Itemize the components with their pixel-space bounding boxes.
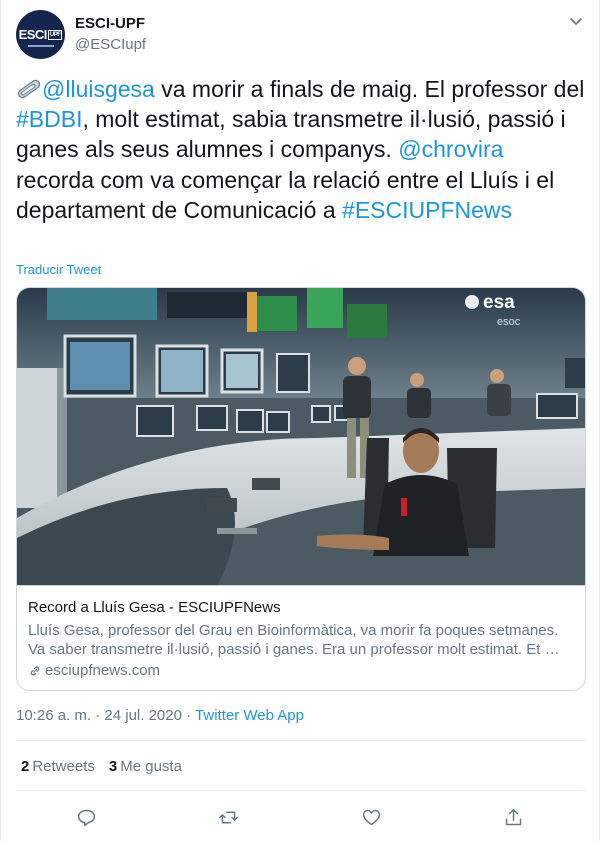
likes-stat[interactable]: 3 Me gusta: [109, 758, 182, 775]
link-card[interactable]: esa esoc Record a Lluís Gesa - ESCIUPFNe…: [16, 287, 586, 691]
card-image[interactable]: esa esoc: [17, 288, 585, 586]
reply-icon: [77, 809, 95, 826]
avatar-underline: [28, 45, 54, 47]
divider: [16, 740, 586, 741]
share-icon: [505, 808, 521, 825]
reply-button[interactable]: [72, 803, 100, 831]
likes-label: Me gusta: [120, 758, 182, 775]
tweet: ESCI UPF ESCI-UPF @ESCIupf @lluisgesa va …: [0, 0, 600, 841]
meta-separator-2: ·: [186, 707, 192, 724]
avatar-logo: ESCI UPF: [19, 27, 63, 42]
retweet-button[interactable]: [214, 803, 242, 831]
card-title[interactable]: Record a Lluís Gesa - ESCIUPFNews: [28, 599, 281, 616]
tweet-time[interactable]: 10:26 a. m.: [16, 707, 91, 724]
tweet-meta: 10:26 a. m. · 24 jul. 2020 · Twitter Web…: [16, 707, 304, 724]
author-handle[interactable]: @ESCIupf: [75, 36, 146, 53]
retweets-count: 2: [21, 758, 30, 775]
paperclip-emoji-icon: [16, 77, 42, 99]
tweet-source-app[interactable]: Twitter Web App: [195, 707, 304, 724]
card-description: Lluís Gesa, professor del Grau en Bioinf…: [28, 622, 560, 658]
retweets-stat[interactable]: 2 Retweets: [21, 758, 95, 775]
svg-text:esoc: esoc: [497, 316, 521, 328]
tweet-stats: 2 Retweets 3 Me gusta: [21, 758, 182, 775]
like-button[interactable]: [357, 803, 385, 831]
retweet-icon: [218, 811, 238, 823]
retweets-label: Retweets: [32, 758, 95, 775]
author-name[interactable]: ESCI-UPF: [75, 15, 145, 32]
likes-count: 3: [108, 758, 118, 775]
avatar[interactable]: ESCI UPF: [16, 10, 65, 59]
meta-separator: ·: [95, 707, 101, 724]
card-domain-text: esciupfnews.com: [45, 662, 161, 679]
share-button[interactable]: [499, 803, 527, 831]
tweet-body: @lluisgesa va morir a finals de maig. El…: [16, 76, 584, 223]
chevron-down-icon[interactable]: [569, 14, 583, 28]
divider: [16, 790, 586, 791]
link-icon: [30, 665, 40, 676]
card-domain[interactable]: esciupfnews.com: [28, 662, 160, 679]
mention-link[interactable]: @chrovira: [398, 136, 503, 162]
avatar-logo-box: UPF: [47, 29, 63, 40]
svg-text:esa: esa: [483, 292, 515, 313]
mention-link[interactable]: @lluisgesa: [42, 76, 155, 102]
tweet-text: @lluisgesa va morir a finals de maig. El…: [16, 74, 586, 225]
tweet-text-segment: va morir a finals de maig. El professor …: [154, 76, 585, 102]
avatar-logo-text: ESCI: [18, 27, 48, 42]
hashtag-link[interactable]: #BDBI: [16, 106, 82, 132]
hashtag-link[interactable]: #ESCIUPFNews: [342, 197, 512, 223]
tweet-actions: [1, 803, 600, 831]
tweet-date[interactable]: 24 jul. 2020: [104, 707, 182, 724]
heart-icon: [362, 809, 380, 825]
translate-tweet-link[interactable]: Traducir Tweet: [16, 262, 101, 277]
